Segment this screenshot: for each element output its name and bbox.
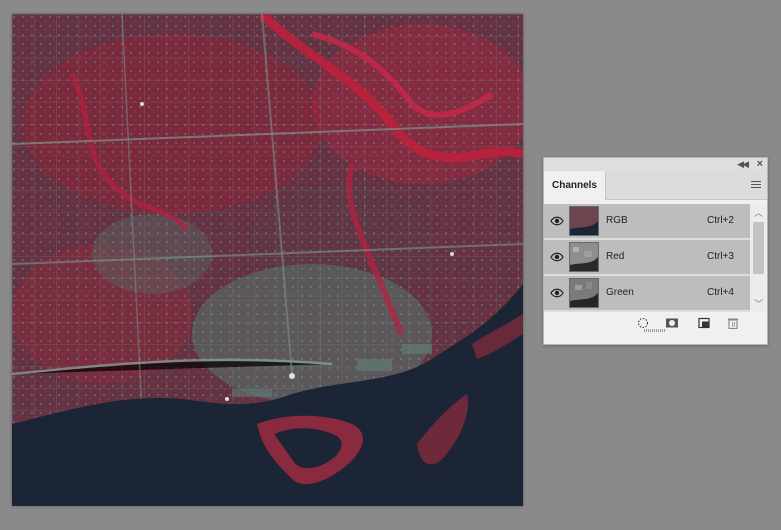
- channel-row-rgb[interactable]: RGB Ctrl+2: [544, 204, 750, 240]
- channel-shortcut: Ctrl+4: [707, 287, 734, 298]
- hamburger-menu-icon[interactable]: [751, 181, 761, 189]
- eye-icon[interactable]: [550, 251, 564, 263]
- collapse-icon[interactable]: ◀◀: [737, 159, 749, 170]
- panel-bottom-toolbar: [544, 312, 767, 334]
- panel-tab-row: Channels: [544, 171, 767, 200]
- save-selection-icon[interactable]: [665, 317, 679, 329]
- eye-icon[interactable]: [550, 215, 564, 227]
- channel-thumbnail: [569, 206, 599, 236]
- new-channel-icon[interactable]: [697, 317, 711, 329]
- eye-icon[interactable]: [550, 287, 564, 299]
- scroll-down-icon[interactable]: ﹀: [754, 297, 763, 310]
- channel-name: Green: [606, 287, 634, 298]
- channel-shortcut: Ctrl+3: [707, 251, 734, 262]
- channel-thumbnail: [569, 242, 599, 272]
- channel-name: Red: [606, 251, 625, 262]
- channel-name: RGB: [606, 215, 628, 226]
- close-icon[interactable]: ×: [757, 158, 763, 170]
- channel-shortcut: Ctrl+2: [707, 215, 734, 226]
- tab-channels[interactable]: Channels: [544, 171, 606, 200]
- channel-row-green[interactable]: Green Ctrl+4: [544, 276, 750, 312]
- panel-resize-grip[interactable]: [644, 329, 666, 332]
- channel-row-red[interactable]: Red Ctrl+3: [544, 240, 750, 276]
- document-canvas[interactable]: [12, 14, 523, 506]
- trash-icon[interactable]: [726, 317, 740, 329]
- scroll-thumb[interactable]: [753, 222, 764, 274]
- channels-panel: ◀◀ × Channels RGB Ctrl+2 Red Ctrl+3 Gree…: [543, 157, 768, 345]
- satellite-image: [12, 14, 523, 506]
- channel-list-scrollbar[interactable]: ︿ ﹀: [750, 204, 767, 312]
- panel-titlebar[interactable]: ◀◀ ×: [544, 158, 767, 171]
- channel-list: RGB Ctrl+2 Red Ctrl+3 Green Ctrl+4: [544, 204, 750, 312]
- channel-thumbnail: [569, 278, 599, 308]
- scroll-up-icon[interactable]: ︿: [754, 206, 763, 219]
- load-selection-icon[interactable]: [636, 317, 650, 329]
